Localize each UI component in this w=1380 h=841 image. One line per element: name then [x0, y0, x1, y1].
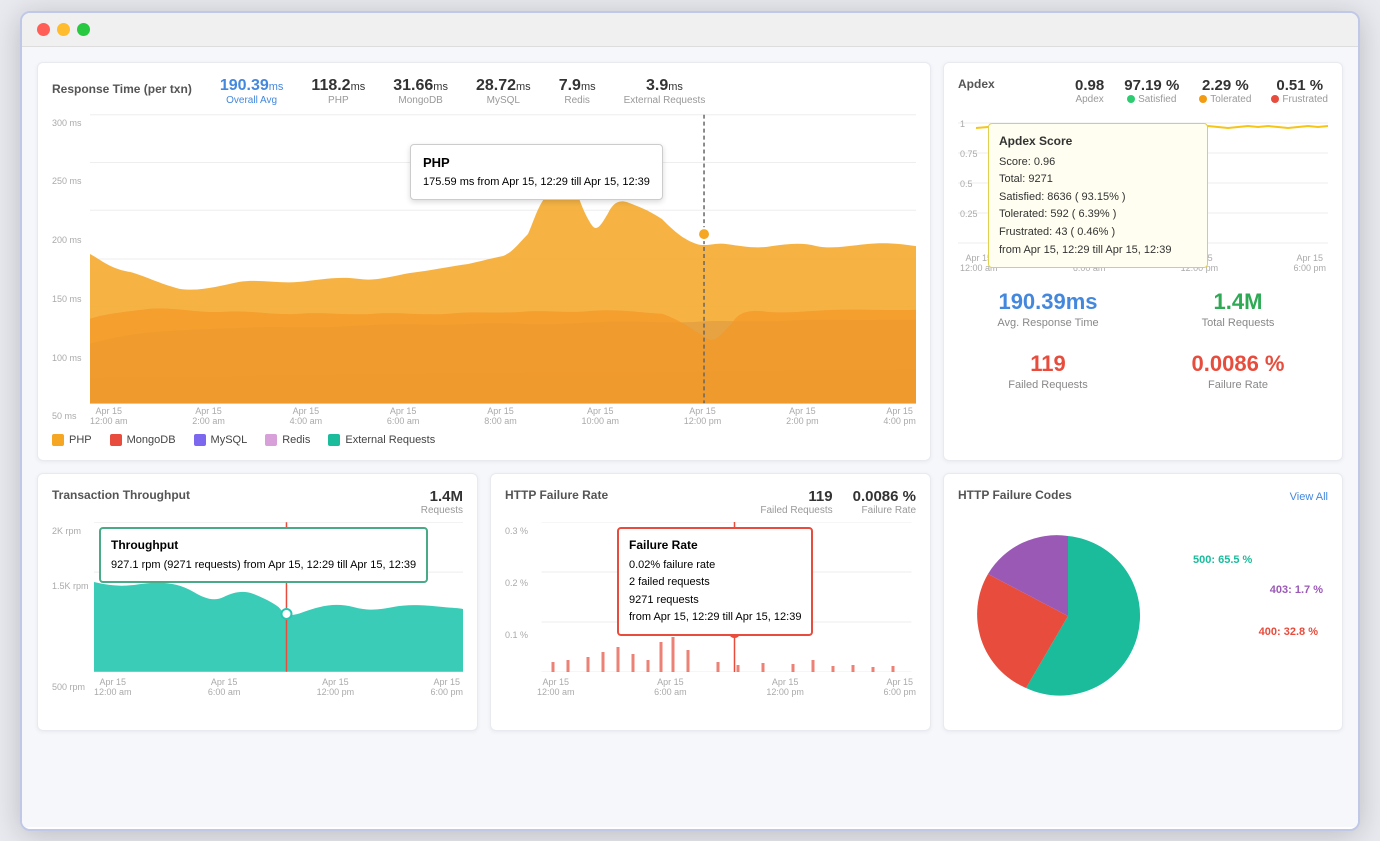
legend-php: PHP — [52, 434, 92, 446]
avg-response-stat: 190.39ms Avg. Response Time — [958, 283, 1138, 335]
minimize-button[interactable] — [57, 23, 70, 36]
svg-text:0.5: 0.5 — [960, 179, 973, 189]
failed-requests-stat: 119 Failed Requests — [958, 345, 1138, 397]
browser-titlebar — [22, 13, 1358, 47]
apdex-score: 0.98 Apdex — [1075, 77, 1104, 105]
throughput-chart[interactable]: Throughput 927.1 rpm (9271 requests) fro… — [94, 522, 463, 675]
frustrated-dot — [1271, 95, 1279, 103]
legend-external: External Requests — [328, 434, 435, 446]
response-time-x-axis: Apr 1512:00 am Apr 152:00 am Apr 154:00 … — [90, 406, 916, 426]
metric-mongodb: 31.66ms MongoDB — [393, 77, 448, 106]
apdex-frustrated: 0.51 % Frustrated — [1271, 77, 1328, 105]
total-requests-stat: 1.4M Total Requests — [1148, 283, 1328, 335]
failed-req-metric: 119 Failed Requests — [760, 488, 832, 516]
response-time-legend: PHP MongoDB MySQL Redis — [52, 434, 916, 446]
label-400: 400: 32.8 % — [1259, 626, 1318, 638]
metric-mysql: 28.72ms MySQL — [476, 77, 531, 106]
failure-rate-metric: 0.0086 % Failure Rate — [853, 488, 916, 516]
apdex-top-metrics: 0.98 Apdex 97.19 % Satisfied 2.29 % Tole… — [1075, 77, 1328, 105]
legend-mysql-color — [194, 434, 206, 446]
throughput-y-labels: 2K rpm 1.5K rpm 500 rpm — [52, 522, 89, 697]
apdex-header: Apdex 0.98 Apdex 97.19 % Satisfied 2.29 … — [958, 77, 1328, 105]
failure-codes-header: HTTP Failure Codes View All — [958, 488, 1328, 506]
metric-overall-avg: 190.39ms Overall Avg — [220, 77, 284, 106]
failure-chart-wrap: 0.3 % 0.2 % 0.1 % 0 — [505, 522, 916, 697]
throughput-card: Transaction Throughput 1.4M Requests 2K … — [37, 473, 478, 731]
apdex-tolerated: 2.29 % Tolerated — [1199, 77, 1251, 105]
response-time-metrics: Response Time (per txn) 190.39ms Overall… — [52, 77, 916, 106]
legend-php-color — [52, 434, 64, 446]
bottom-row: Transaction Throughput 1.4M Requests 2K … — [37, 473, 1343, 731]
apdex-chart[interactable]: 1 0.75 0.5 0.25 Apdex Score Score: 0.96 … — [958, 113, 1328, 273]
legend-mongodb-color — [110, 434, 122, 446]
legend-external-color — [328, 434, 340, 446]
close-button[interactable] — [37, 23, 50, 36]
throughput-header: Transaction Throughput 1.4M Requests — [52, 488, 463, 516]
label-403: 403: 1.7 % — [1270, 584, 1323, 596]
failure-chart[interactable]: Failure Rate 0.02% failure rate 2 failed… — [537, 522, 916, 675]
response-time-chart[interactable]: PHP 175.59 ms from Apr 15, 12:29 till Ap… — [90, 114, 916, 404]
apdex-stats: 190.39ms Avg. Response Time 1.4M Total R… — [958, 283, 1328, 397]
tolerated-dot — [1199, 95, 1207, 103]
throughput-chart-wrap: 2K rpm 1.5K rpm 500 rpm — [52, 522, 463, 697]
metric-php: 118.2ms PHP — [311, 77, 365, 106]
php-tooltip: PHP 175.59 ms from Apr 15, 12:29 till Ap… — [410, 144, 663, 200]
apdex-satisfied: 97.19 % Satisfied — [1124, 77, 1179, 105]
metric-redis: 7.9ms Redis — [559, 77, 596, 106]
response-time-card: Response Time (per txn) 190.39ms Overall… — [37, 62, 931, 461]
failure-rate-header: HTTP Failure Rate 119 Failed Requests 0.… — [505, 488, 916, 516]
failure-tooltip: Failure Rate 0.02% failure rate 2 failed… — [617, 527, 813, 637]
apdex-tooltip: Apdex Score Score: 0.96 Total: 9271 Sati… — [988, 123, 1208, 269]
failure-rate-metrics: 119 Failed Requests 0.0086 % Failure Rat… — [760, 488, 916, 516]
svg-text:1: 1 — [960, 119, 965, 129]
throughput-value: 1.4M Requests — [421, 488, 463, 516]
pie-chart — [958, 516, 1178, 716]
svg-text:0.75: 0.75 — [960, 149, 978, 159]
top-row: Response Time (per txn) 190.39ms Overall… — [37, 62, 1343, 461]
throughput-tooltip: Throughput 927.1 rpm (9271 requests) fro… — [99, 527, 428, 584]
response-time-chart-wrap: 300 ms 250 ms 200 ms 150 ms 100 ms 50 ms — [52, 114, 916, 426]
card-title-response: Response Time (per txn) — [52, 82, 192, 100]
failure-y-labels: 0.3 % 0.2 % 0.1 % 0 — [505, 522, 528, 697]
response-time-y-labels: 300 ms 250 ms 200 ms 150 ms 100 ms 50 ms — [52, 114, 82, 426]
legend-redis: Redis — [265, 434, 310, 446]
maximize-button[interactable] — [77, 23, 90, 36]
legend-mongodb: MongoDB — [110, 434, 176, 446]
apdex-card: Apdex 0.98 Apdex 97.19 % Satisfied 2.29 … — [943, 62, 1343, 461]
failure-codes-card: HTTP Failure Codes View All — [943, 473, 1343, 731]
metric-external: 3.9ms External Requests — [624, 77, 706, 106]
pie-section: 400: 32.8 % 500: 65.5 % 403: 1.7 % — [958, 516, 1328, 716]
dashboard: Response Time (per txn) 190.39ms Overall… — [22, 47, 1358, 827]
failure-rate-card: HTTP Failure Rate 119 Failed Requests 0.… — [490, 473, 931, 731]
label-500: 500: 65.5 % — [1193, 554, 1252, 566]
svg-text:0.25: 0.25 — [960, 209, 978, 219]
satisfied-dot — [1127, 95, 1135, 103]
browser-window: Response Time (per txn) 190.39ms Overall… — [20, 11, 1360, 831]
view-all-link[interactable]: View All — [1290, 491, 1328, 503]
legend-redis-color — [265, 434, 277, 446]
legend-mysql: MySQL — [194, 434, 248, 446]
failure-rate-stat: 0.0086 % Failure Rate — [1148, 345, 1328, 397]
failure-x-axis: Apr 1512:00 am Apr 156:00 am Apr 1512:00… — [537, 677, 916, 697]
throughput-x-axis: Apr 1512:00 am Apr 156:00 am Apr 1512:00… — [94, 677, 463, 697]
